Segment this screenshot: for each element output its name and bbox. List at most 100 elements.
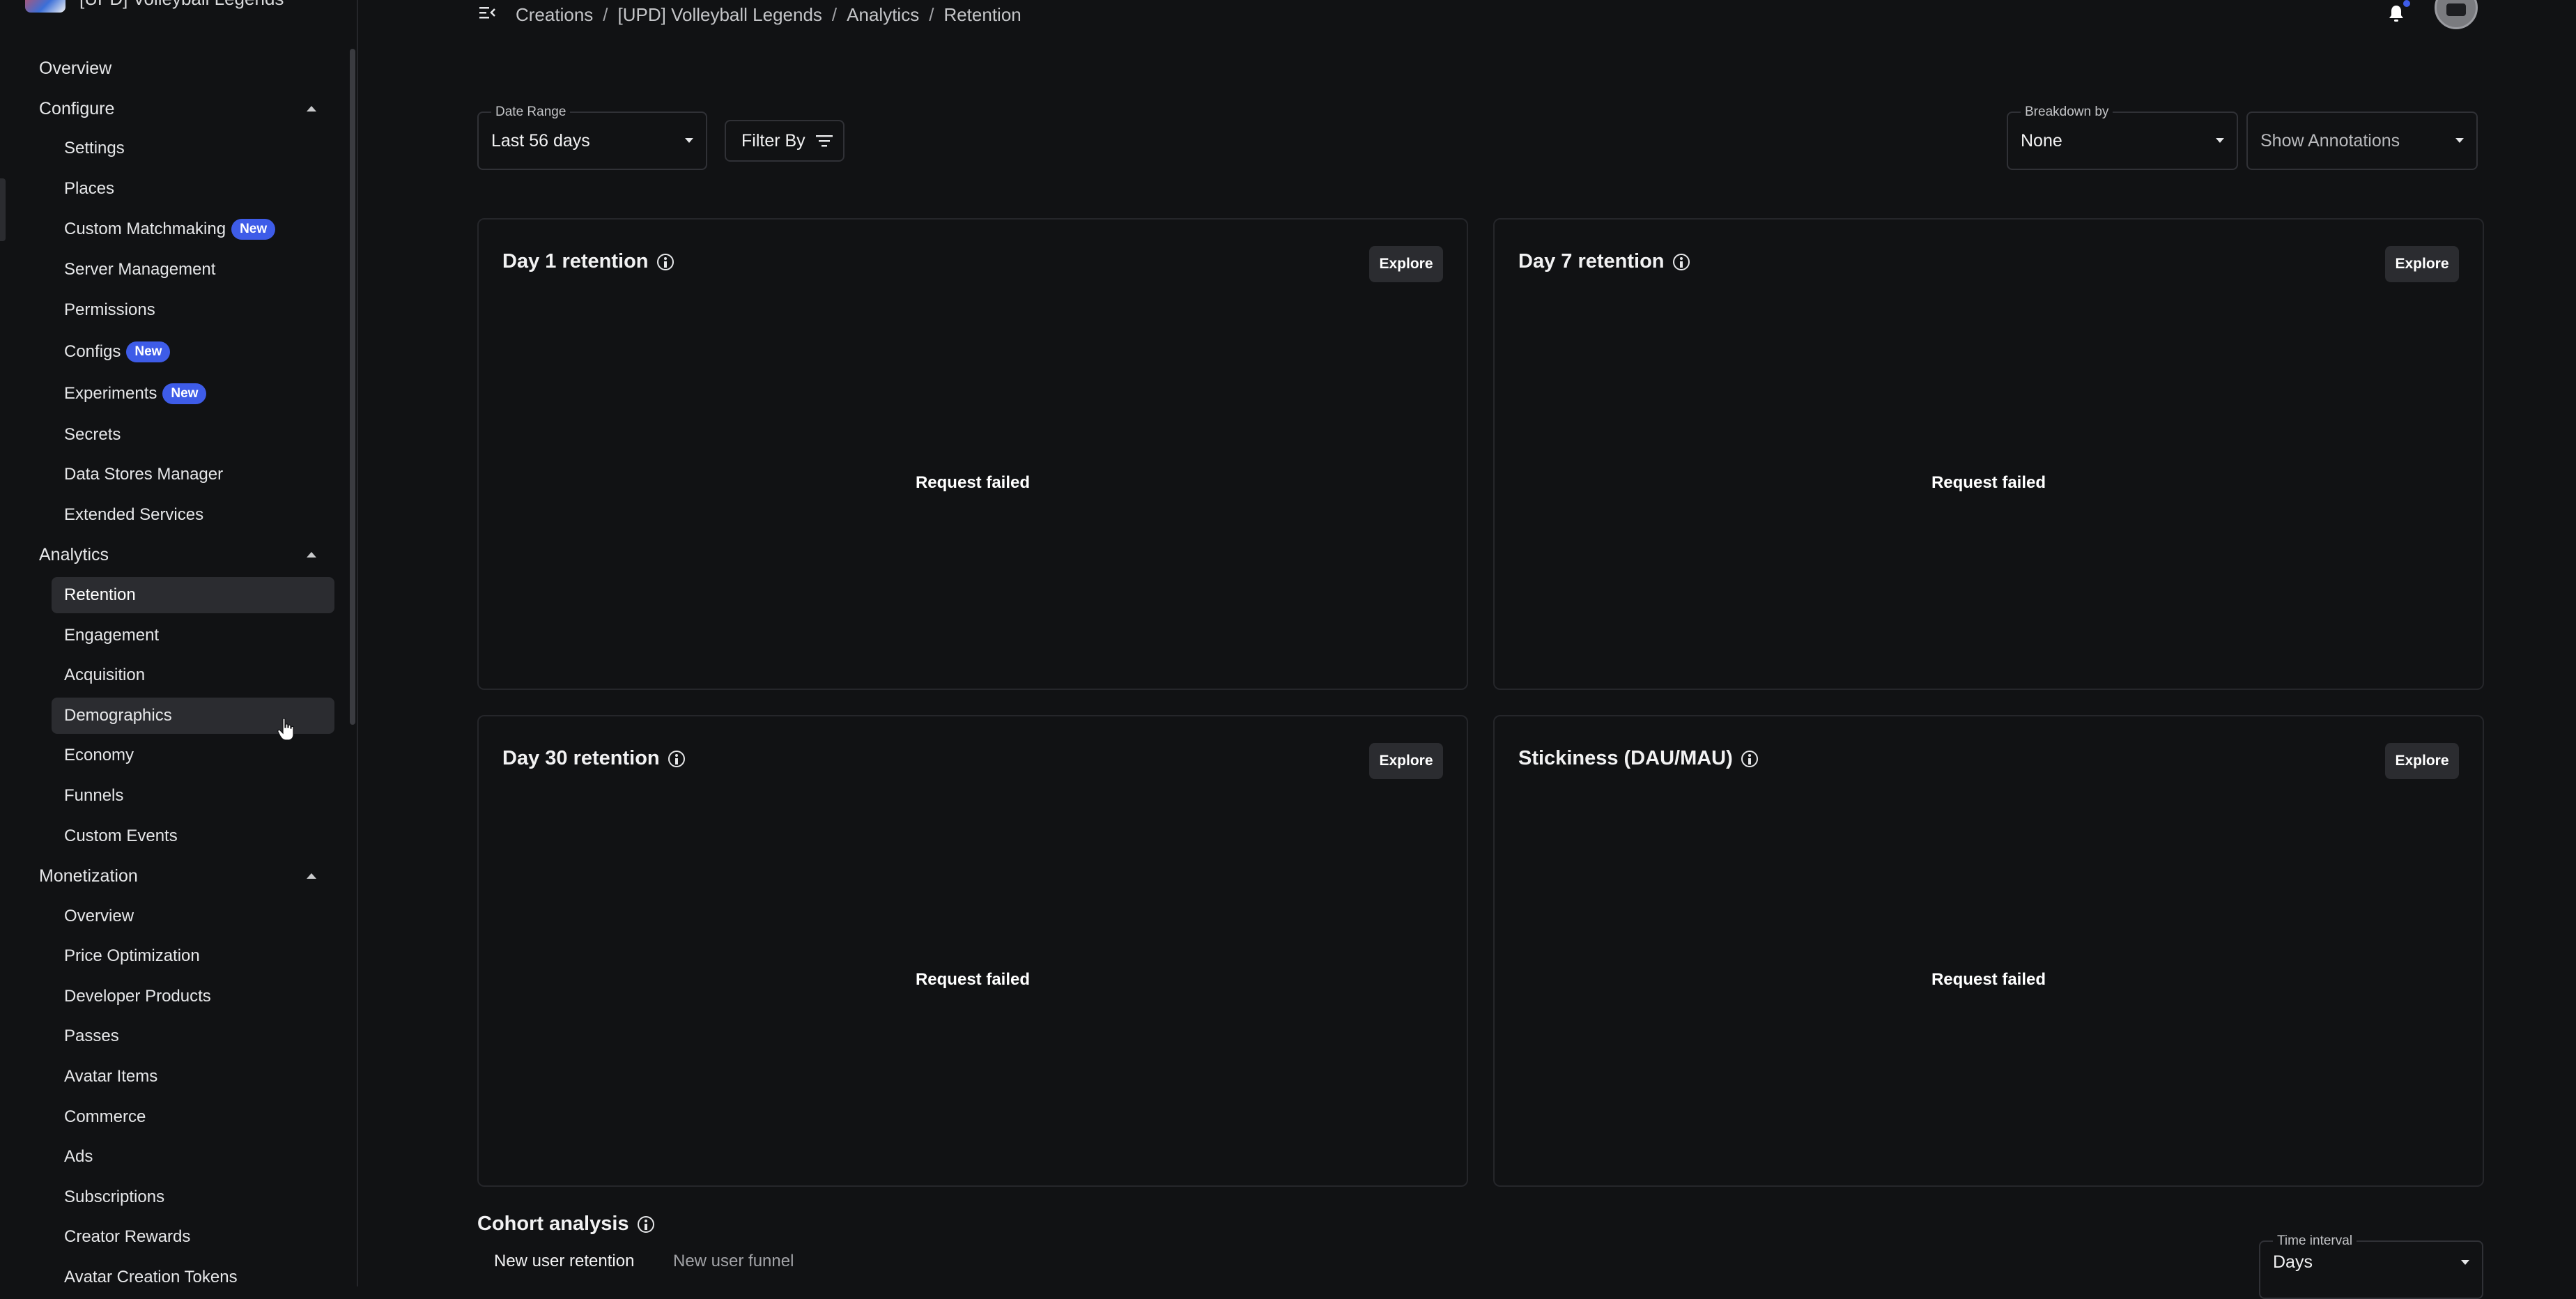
- info-icon[interactable]: [1672, 253, 1690, 270]
- sidebar-item-label: Funnels: [64, 786, 124, 805]
- section-label: Monetization: [39, 866, 138, 886]
- breadcrumb-separator: /: [929, 4, 934, 25]
- card-title-text: Stickiness (DAU/MAU): [1518, 747, 1733, 769]
- info-icon[interactable]: [656, 253, 674, 270]
- sidebar-item-retention[interactable]: Retention: [52, 577, 334, 613]
- sidebar-item-data-stores-manager[interactable]: Data Stores Manager: [52, 456, 334, 493]
- explore-button[interactable]: Explore: [1369, 743, 1443, 779]
- card-title-text: Day 1 retention: [502, 250, 649, 272]
- sidebar-item-label: Retention: [64, 585, 136, 604]
- chevron-up-icon: [307, 873, 316, 879]
- cohort-analysis-heading: Cohort analysis: [477, 1213, 654, 1236]
- breadcrumb-creations[interactable]: Creations: [516, 4, 593, 26]
- caret-down-icon: [2461, 1260, 2469, 1265]
- sidebar-item-secrets[interactable]: Secrets: [52, 417, 334, 453]
- date-range-select[interactable]: Date Range Last 56 days: [477, 105, 707, 170]
- sidebar-item-label: Permissions: [64, 300, 155, 319]
- show-annotations-select[interactable]: Show Annotations: [2246, 112, 2478, 170]
- explore-button[interactable]: Explore: [2385, 743, 2459, 779]
- sidebar-item-permissions[interactable]: Permissions: [52, 292, 334, 328]
- sidebar-item-custom-matchmaking[interactable]: Custom Matchmaking New: [52, 211, 334, 247]
- sidebar-item-ads[interactable]: Ads: [52, 1139, 334, 1175]
- sidebar-item-configs[interactable]: Configs New: [52, 334, 334, 370]
- sidebar-item-engagement[interactable]: Engagement: [52, 617, 334, 654]
- card-title: Day 7 retention: [1518, 250, 1690, 273]
- caret-down-icon: [2216, 138, 2224, 143]
- request-failed-message: Request failed: [1931, 473, 2046, 492]
- breadcrumb: Creations / [UPD] Volleyball Legends / A…: [516, 4, 1021, 26]
- stickiness-card: Stickiness (DAU/MAU) Explore Request fai…: [1493, 715, 2484, 1187]
- day-1-retention-card: Day 1 retention Explore Request failed: [477, 218, 1468, 690]
- sidebar-item-avatar-creation-tokens[interactable]: Avatar Creation Tokens: [52, 1259, 334, 1286]
- sidebar-item-price-optimization[interactable]: Price Optimization: [52, 938, 334, 974]
- breakdown-by-select[interactable]: Breakdown by None: [2007, 105, 2238, 170]
- sidebar-item-economy[interactable]: Economy: [52, 737, 334, 774]
- time-interval-value: Days: [2273, 1252, 2313, 1272]
- tab-new-user-funnel[interactable]: New user funnel: [673, 1252, 794, 1271]
- caret-down-icon: [685, 138, 693, 143]
- sidebar-item-label: Overview: [39, 58, 112, 78]
- explore-button[interactable]: Explore: [2385, 246, 2459, 282]
- hand-cursor-icon: [277, 718, 294, 741]
- tab-new-user-retention[interactable]: New user retention: [494, 1252, 634, 1271]
- sidebar-item-label: Developer Products: [64, 987, 211, 1006]
- sidebar-item-subscriptions[interactable]: Subscriptions: [52, 1179, 334, 1215]
- sidebar-item-acquisition[interactable]: Acquisition: [52, 657, 334, 693]
- sidebar-item-label: Creator Rewards: [64, 1227, 191, 1246]
- sidebar-item-label: Avatar Items: [64, 1067, 158, 1086]
- sidebar-item-label: Extended Services: [64, 505, 204, 524]
- sidebar-item-settings[interactable]: Settings: [52, 130, 334, 167]
- sidebar: [UPD] Volleyball Legends Overview Config…: [0, 0, 358, 1286]
- card-title: Stickiness (DAU/MAU): [1518, 747, 1758, 770]
- day-7-retention-card: Day 7 retention Explore Request failed: [1493, 218, 2484, 690]
- section-analytics[interactable]: Analytics: [39, 537, 321, 573]
- breadcrumb-retention: Retention: [943, 4, 1021, 25]
- day-30-retention-card: Day 30 retention Explore Request failed: [477, 715, 1468, 1187]
- sidebar-item-monetization-overview[interactable]: Overview: [52, 898, 334, 935]
- sidebar-item-label: Experiments: [64, 384, 157, 403]
- explore-button[interactable]: Explore: [1369, 246, 1443, 282]
- sidebar-scrollbar[interactable]: [350, 49, 355, 725]
- sidebar-item-commerce[interactable]: Commerce: [52, 1099, 334, 1135]
- experience-header[interactable]: [UPD] Volleyball Legends: [25, 0, 284, 14]
- sidebar-item-label: Engagement: [64, 626, 160, 645]
- sidebar-item-label: Custom Events: [64, 827, 178, 845]
- breadcrumb-separator: /: [603, 4, 608, 25]
- sidebar-item-label: Data Stores Manager: [64, 465, 224, 484]
- sidebar-item-avatar-items[interactable]: Avatar Items: [52, 1059, 334, 1095]
- breadcrumb-analytics[interactable]: Analytics: [847, 4, 919, 26]
- sidebar-item-developer-products[interactable]: Developer Products: [52, 978, 334, 1015]
- section-configure[interactable]: Configure: [39, 91, 321, 127]
- card-title-text: Day 30 retention: [502, 747, 660, 769]
- sidebar-collapse-handle[interactable]: [0, 178, 6, 241]
- top-bar: Creations / [UPD] Volleyball Legends / A…: [358, 0, 2576, 31]
- sidebar-item-label: Demographics: [64, 706, 172, 725]
- sidebar-item-overview[interactable]: Overview: [39, 50, 321, 86]
- chevron-up-icon: [307, 106, 316, 112]
- date-range-value: Last 56 days: [491, 130, 590, 151]
- section-monetization[interactable]: Monetization: [39, 858, 321, 894]
- info-icon[interactable]: [637, 1215, 654, 1233]
- breadcrumb-experience[interactable]: [UPD] Volleyball Legends: [618, 4, 822, 26]
- sidebar-item-extended-services[interactable]: Extended Services: [52, 497, 334, 533]
- menu-collapse-icon[interactable]: [478, 4, 498, 21]
- filter-by-button[interactable]: Filter By: [725, 120, 844, 162]
- sidebar-item-label: Server Management: [64, 260, 216, 279]
- info-icon[interactable]: [668, 750, 685, 767]
- sidebar-item-label: Avatar Creation Tokens: [64, 1268, 238, 1286]
- info-icon[interactable]: [1741, 750, 1758, 767]
- avatar[interactable]: [2435, 0, 2478, 29]
- sidebar-item-label: Overview: [64, 907, 134, 925]
- new-badge: New: [162, 383, 207, 404]
- sidebar-item-experiments[interactable]: Experiments New: [52, 376, 334, 412]
- sidebar-item-server-management[interactable]: Server Management: [52, 252, 334, 288]
- sidebar-item-creator-rewards[interactable]: Creator Rewards: [52, 1219, 334, 1255]
- time-interval-select[interactable]: Time interval Days: [2259, 1233, 2483, 1299]
- sidebar-item-passes[interactable]: Passes: [52, 1018, 334, 1054]
- sidebar-item-funnels[interactable]: Funnels: [52, 778, 334, 814]
- sidebar-item-custom-events[interactable]: Custom Events: [52, 818, 334, 854]
- sidebar-item-places[interactable]: Places: [52, 171, 334, 207]
- bell-icon[interactable]: [2386, 3, 2406, 24]
- experience-name: [UPD] Volleyball Legends: [79, 0, 284, 10]
- card-title: Day 30 retention: [502, 747, 685, 770]
